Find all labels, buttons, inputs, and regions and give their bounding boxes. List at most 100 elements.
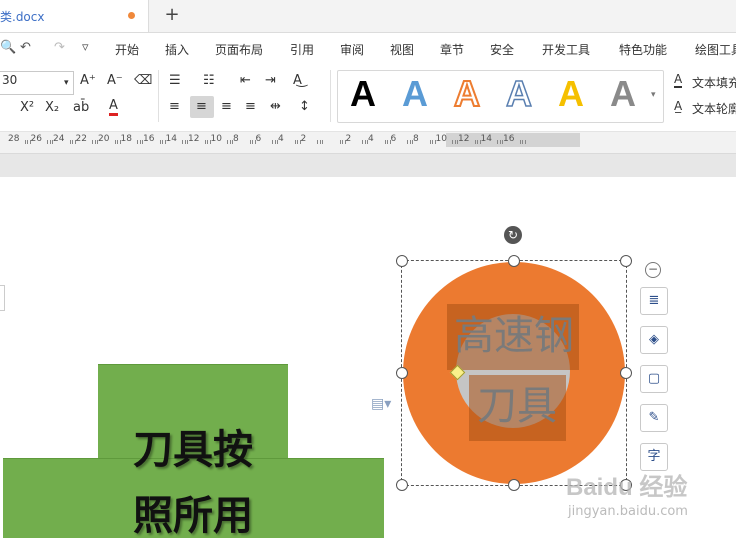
ruler-number: 2 <box>345 134 352 144</box>
ruler-tick <box>322 140 324 144</box>
shape-outline-button[interactable]: ▢ <box>640 365 668 393</box>
new-tab-button[interactable]: + <box>162 4 182 26</box>
ruler-number: 12 <box>458 134 470 144</box>
menu-view[interactable]: 视图 <box>390 41 414 58</box>
ruler-tick <box>297 140 299 144</box>
menu-page-layout[interactable]: 页面布局 <box>215 41 263 58</box>
layout-options-button[interactable]: ≣ <box>640 287 668 315</box>
ruler-tick <box>477 140 479 144</box>
gallery-more-icon[interactable]: ▾ <box>651 90 656 100</box>
ruler-tick <box>519 140 521 144</box>
font-size-value: 30 <box>2 73 18 87</box>
shape-selection-box <box>401 260 627 486</box>
resize-handle-right[interactable] <box>620 367 632 379</box>
clear-format-icon[interactable]: ⌫ <box>134 73 152 89</box>
layout-options-icon[interactable]: ▤▾ <box>371 396 391 412</box>
menu-drawing-tools[interactable]: 绘图工具 <box>695 41 736 58</box>
ruler-tick <box>454 140 456 144</box>
text-style-white-outline[interactable]: A <box>505 73 533 115</box>
ruler-tick <box>429 140 431 144</box>
ruler-number: 2 <box>300 134 307 144</box>
ruler-tick <box>204 140 206 144</box>
align-center-icon[interactable]: ≡ <box>196 99 207 115</box>
menu-insert[interactable]: 插入 <box>165 41 189 58</box>
ruler-number: 8 <box>413 134 419 144</box>
ruler-tick <box>474 140 476 144</box>
menu-section[interactable]: 章节 <box>440 41 464 58</box>
shape-fill-button[interactable]: ◈ <box>640 326 668 354</box>
redo-icon[interactable]: ↷ <box>54 40 65 55</box>
text-style-black[interactable]: A <box>350 74 376 114</box>
numbering-icon[interactable]: ☷ <box>203 73 215 89</box>
menu-references[interactable]: 引用 <box>290 41 314 58</box>
subscript-button[interactable]: X₂ <box>45 100 59 116</box>
ruler-number: 10 <box>435 134 447 144</box>
collapse-toolbar-icon[interactable]: − <box>645 262 661 278</box>
ruler-tick <box>159 140 161 144</box>
distribute-icon[interactable]: ⇹ <box>270 99 281 115</box>
document-tab-title[interactable]: 类.docx <box>0 8 44 25</box>
ruler-tick <box>499 140 501 144</box>
ruler-tick <box>72 140 74 144</box>
menu-special-features[interactable]: 特色功能 <box>619 41 667 58</box>
green-shape-text-line1: 刀具按 <box>133 427 253 473</box>
menu-home[interactable]: 开始 <box>115 41 139 58</box>
font-size-dropdown-icon[interactable]: ▾ <box>64 75 69 91</box>
grow-font-button[interactable]: A⁺ <box>80 73 96 89</box>
justify-icon[interactable]: ≡ <box>245 99 256 115</box>
ruler-tick <box>114 140 116 144</box>
ruler-tick <box>162 140 164 144</box>
text-style-gold[interactable]: A <box>558 74 584 114</box>
ruler-tick <box>184 140 186 144</box>
ruler-tick <box>497 140 499 144</box>
ruler-number: 16 <box>503 134 515 144</box>
find-icon[interactable]: 🔍 <box>0 40 16 55</box>
text-fill-button[interactable]: 文本填充 <box>692 74 736 91</box>
text-style-orange-outline[interactable]: A <box>453 73 481 115</box>
ruler-tick <box>339 140 341 144</box>
shape-effects-button[interactable]: ✎ <box>640 404 668 432</box>
rotate-handle-icon[interactable]: ↻ <box>504 226 522 244</box>
ruler-tick <box>229 140 231 144</box>
font-color-button[interactable]: A <box>109 99 118 116</box>
increase-indent-icon[interactable]: ⇥ <box>265 73 276 89</box>
resize-handle-left[interactable] <box>396 367 408 379</box>
green-shape-text-line2: 照所用 <box>133 493 253 539</box>
ruler-tick <box>137 140 139 144</box>
text-outline-icon[interactable]: A̲ <box>674 99 682 113</box>
resize-handle-top-left[interactable] <box>396 255 408 267</box>
undo-icon[interactable]: ↶ <box>20 40 31 55</box>
text-style-blue[interactable]: A <box>402 74 428 114</box>
shrink-font-button[interactable]: A⁻ <box>107 73 123 89</box>
menu-developer[interactable]: 开发工具 <box>542 41 590 58</box>
menu-security[interactable]: 安全 <box>490 41 514 58</box>
page-gap <box>0 154 736 177</box>
ruler-tick <box>139 140 141 144</box>
align-left-icon[interactable]: ≡ <box>169 99 180 115</box>
bullets-icon[interactable]: ☰ <box>169 73 181 89</box>
decrease-indent-icon[interactable]: ⇤ <box>240 73 251 89</box>
quick-access-more-icon[interactable]: ▿ <box>82 40 89 55</box>
text-fill-icon[interactable]: A <box>674 73 683 88</box>
resize-handle-bottom-left[interactable] <box>396 479 408 491</box>
phonetic-guide-button[interactable]: ab̄ <box>73 100 89 116</box>
align-right-icon[interactable]: ≡ <box>221 99 232 115</box>
resize-handle-top-right[interactable] <box>620 255 632 267</box>
text-outline-button[interactable]: 文本轮廓 <box>692 100 736 117</box>
text-direction-icon[interactable]: A͜ <box>293 73 302 89</box>
resize-handle-bottom[interactable] <box>508 479 520 491</box>
ruler-tick <box>452 140 454 144</box>
ruler-tick <box>69 140 71 144</box>
text-style-gray-gradient[interactable]: A <box>610 74 636 114</box>
menu-review[interactable]: 审阅 <box>340 41 364 58</box>
ruler-number: 28 <box>8 134 20 144</box>
resize-handle-top[interactable] <box>508 255 520 267</box>
ruler-tick <box>319 140 321 144</box>
ruler-number: 4 <box>368 134 374 144</box>
line-spacing-icon[interactable]: ↕ <box>299 99 310 115</box>
superscript-button[interactable]: X² <box>20 100 34 116</box>
ruler-tick <box>227 140 229 144</box>
ruler-number: 10 <box>210 134 222 144</box>
ruler-tick <box>384 140 386 144</box>
ruler-tick <box>182 140 184 144</box>
